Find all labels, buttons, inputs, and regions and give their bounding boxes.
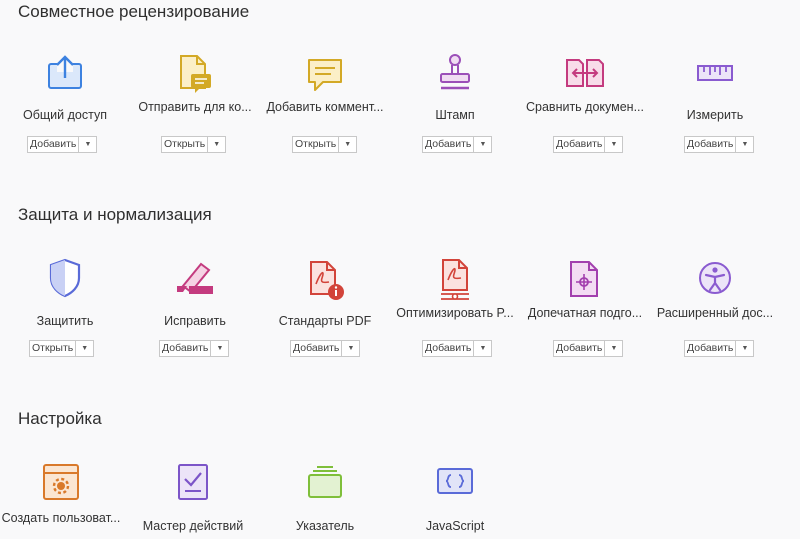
tool-label: Создать пользоват...: [1, 511, 121, 525]
dropdown-arrow-icon[interactable]: ▼: [75, 341, 93, 356]
compare-documents-icon: [563, 52, 607, 96]
pdf-standards-icon: [303, 258, 347, 302]
optimize-pdf-icon: [433, 258, 477, 302]
print-production-icon: [563, 258, 607, 302]
tool-label: Добавить коммент...: [266, 100, 384, 114]
dropdown-arrow-icon[interactable]: ▼: [735, 341, 753, 356]
dropdown-arrow-icon[interactable]: ▼: [473, 341, 491, 356]
tool-button-add[interactable]: Добавить ▼: [684, 340, 755, 357]
tool-label: Измерить: [686, 108, 744, 122]
dropdown-arrow-icon[interactable]: ▼: [604, 341, 622, 356]
comment-icon: [303, 52, 347, 96]
tool-button-add[interactable]: Добавить ▼: [553, 340, 624, 357]
tool-button-add[interactable]: Добавить ▼: [553, 136, 624, 153]
tool-button-add[interactable]: Добавить ▼: [422, 340, 493, 357]
dropdown-arrow-icon[interactable]: ▼: [338, 137, 356, 152]
tool-label: Отправить для ко...: [138, 100, 252, 114]
dropdown-arrow-icon[interactable]: ▼: [78, 137, 96, 152]
action-wizard-icon: [171, 461, 215, 505]
tool-button-open[interactable]: Открыть ▼: [29, 340, 95, 357]
tool-label: Сравнить докумен...: [526, 100, 644, 114]
stamp-icon: [433, 52, 477, 96]
tool-label: Штамп: [435, 108, 475, 122]
tool-button-open[interactable]: Открыть ▼: [161, 136, 227, 153]
tool-label: Допечатная подго...: [527, 306, 643, 320]
tool-label: JavaScript: [425, 519, 485, 533]
tool-label: Стандарты PDF: [278, 314, 372, 328]
section-title-protect-standardize: Защита и нормализация: [18, 205, 212, 224]
ruler-icon: [693, 52, 737, 96]
accessibility-icon: [693, 258, 737, 302]
shield-icon: [43, 256, 87, 300]
tool-label: Исправить: [164, 314, 226, 328]
tool-label: Защитить: [36, 314, 94, 328]
tool-button-add[interactable]: Добавить ▼: [290, 340, 361, 357]
dropdown-arrow-icon[interactable]: ▼: [735, 137, 753, 152]
tool-label: Оптимизировать P...: [396, 306, 514, 320]
tool-label: Указатель: [295, 519, 355, 533]
tool-label: Общий доступ: [23, 108, 107, 122]
dropdown-arrow-icon[interactable]: ▼: [604, 137, 622, 152]
tool-label: Расширенный дос...: [656, 306, 774, 320]
dropdown-arrow-icon[interactable]: ▼: [210, 341, 228, 356]
javascript-icon: [433, 461, 477, 505]
section-title-customize: Настройка: [18, 409, 102, 428]
tool-button-add[interactable]: Добавить ▼: [159, 340, 230, 357]
tool-button-add[interactable]: Добавить ▼: [684, 136, 755, 153]
tool-button-add[interactable]: Добавить ▼: [422, 136, 493, 153]
tool-button-add[interactable]: Добавить ▼: [27, 136, 98, 153]
share-upload-icon: [43, 50, 87, 94]
dropdown-arrow-icon[interactable]: ▼: [473, 137, 491, 152]
send-comments-icon: [173, 52, 217, 96]
dropdown-arrow-icon[interactable]: ▼: [341, 341, 359, 356]
redact-marker-icon: [173, 256, 217, 300]
section-title-collaboration: Совместное рецензирование: [18, 2, 250, 21]
index-icon: [303, 461, 347, 505]
tool-button-open[interactable]: Открыть ▼: [292, 136, 358, 153]
custom-tool-icon: [39, 461, 83, 505]
dropdown-arrow-icon[interactable]: ▼: [207, 137, 225, 152]
tool-label: Мастер действий: [142, 519, 244, 533]
